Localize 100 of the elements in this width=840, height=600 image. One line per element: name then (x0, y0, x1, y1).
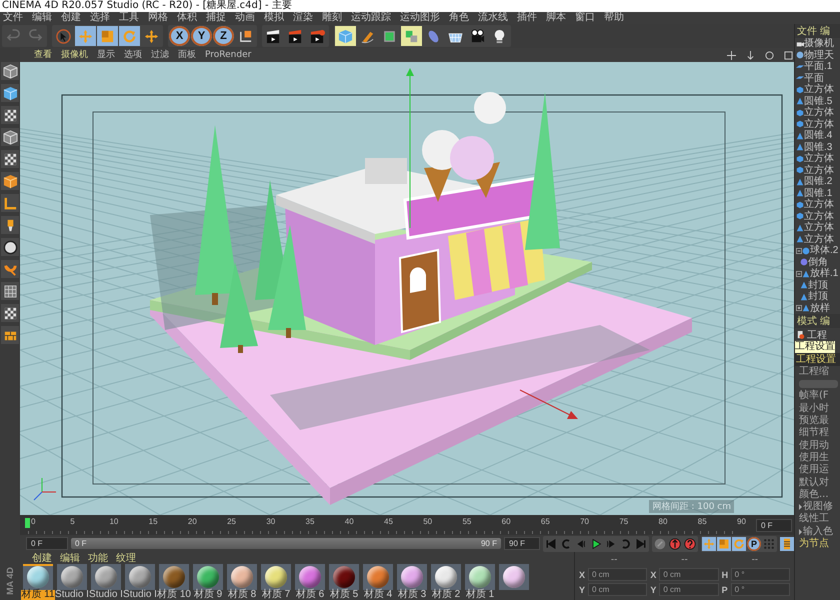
menu-item[interactable]: 流水线 (478, 12, 508, 24)
object-name[interactable]: 物理天 (804, 50, 834, 61)
arrow-down-icon[interactable] (746, 50, 755, 60)
end-frame-field[interactable]: 90 F (504, 537, 540, 550)
object-name[interactable]: 摄像机 (804, 38, 834, 50)
coordinate-field[interactable]: 0 cm (659, 583, 719, 596)
object-name[interactable]: 放样 (810, 302, 830, 314)
material-swatch[interactable] (431, 564, 461, 590)
material-swatch[interactable] (295, 564, 325, 590)
material-swatch[interactable] (261, 564, 291, 590)
material-name[interactable]: 材质 1 (466, 590, 494, 600)
menu-item[interactable]: 运动图形 (400, 12, 440, 24)
object-name[interactable]: 倒角 (808, 256, 828, 268)
timeline-button[interactable] (780, 536, 794, 550)
start-frame-field[interactable]: 0 F (26, 537, 68, 550)
column-header[interactable]: -- (752, 555, 758, 565)
menu-item[interactable]: 创建 (61, 12, 81, 24)
group-label[interactable]: 视图修 (803, 501, 833, 514)
object-name[interactable]: 平面.1 (804, 61, 832, 72)
menu-item[interactable]: 插件 (517, 12, 537, 24)
tool-button[interactable] (1, 304, 19, 322)
viewport-menu-item[interactable]: 过滤 (151, 48, 169, 62)
material-name[interactable]: 材质 7 (262, 590, 290, 600)
group-label[interactable]: 输入色 (803, 526, 833, 538)
tab-label[interactable]: 工程设置 (795, 341, 835, 353)
object-name[interactable]: 放样.1 (810, 268, 838, 280)
collapse-toggle-icon[interactable] (796, 248, 802, 254)
tool-button[interactable] (1, 128, 19, 146)
material-swatch[interactable] (91, 564, 121, 590)
object-name[interactable]: 圆锥.3 (804, 142, 832, 153)
menu-item[interactable]: 角色 (449, 12, 469, 24)
tool-button[interactable] (1, 172, 19, 190)
material-name[interactable]: 材质 11 (21, 590, 55, 600)
material-menu-item[interactable]: 纹理 (116, 551, 136, 565)
menu-item[interactable]: 脚本 (546, 12, 566, 24)
object-name[interactable]: 圆锥.1 (804, 188, 832, 199)
object-name[interactable]: 平面 (804, 72, 824, 84)
expand-toggle-icon[interactable] (796, 305, 802, 312)
panel-menu-item[interactable]: 编 (820, 24, 830, 38)
tool-button[interactable] (1, 150, 19, 168)
material-name[interactable]: 材质 4 (364, 590, 392, 600)
object-name[interactable]: 立方体 (804, 153, 834, 164)
material-swatch[interactable] (193, 564, 223, 590)
object-name[interactable]: 立方体 (804, 222, 834, 234)
material-swatch[interactable] (465, 564, 495, 590)
material-swatch[interactable] (159, 564, 189, 590)
viewport-menu-item[interactable]: 查看 (34, 48, 52, 62)
collapse-toggle-icon[interactable] (796, 270, 802, 277)
panel-menu-item[interactable]: 模式 (797, 314, 817, 328)
move-key-button[interactable] (702, 536, 716, 550)
material-name[interactable]: 材质 10 (157, 590, 191, 600)
menu-item[interactable]: 体积 (177, 12, 197, 24)
menu-item[interactable]: 编辑 (32, 12, 52, 24)
coordinate-field[interactable]: 0 ° (730, 568, 790, 581)
viewport-menu-item[interactable]: 显示 (97, 48, 115, 62)
material-name[interactable]: 材质 8 (228, 590, 256, 600)
material-name[interactable]: Studio I (89, 590, 123, 600)
rotate-view-icon[interactable] (765, 50, 774, 60)
menu-item[interactable]: 窗口 (575, 12, 595, 24)
object-name[interactable]: 立方体 (804, 234, 834, 245)
panel-menu-item[interactable]: 文件 (797, 24, 817, 38)
material-name[interactable]: 材质 2 (432, 590, 460, 600)
tool-button[interactable] (1, 282, 19, 300)
coordinate-field[interactable]: 0 cm (588, 568, 648, 581)
menu-item[interactable]: 网格 (148, 12, 168, 24)
input-field[interactable] (799, 380, 838, 388)
coordinate-field[interactable]: 0 cm (588, 583, 648, 596)
menu-item[interactable]: 模拟 (264, 12, 284, 24)
rotate-key-button[interactable] (732, 536, 746, 550)
panel-menu-item[interactable]: 编 (820, 314, 830, 328)
menu-item[interactable]: 动画 (235, 12, 255, 24)
viewport-menu-item[interactable]: 摄像机 (61, 48, 88, 62)
material-swatch[interactable] (329, 564, 359, 590)
material-name[interactable]: 材质 6 (296, 590, 324, 600)
menu-item[interactable]: 雕刻 (322, 12, 342, 24)
object-name[interactable]: 立方体 (804, 164, 834, 176)
coordinate-field[interactable]: 0 ° (730, 583, 790, 596)
menu-item[interactable]: 工具 (119, 12, 139, 24)
material-name[interactable]: Studio I (55, 590, 89, 600)
material-menu-item[interactable]: 编辑 (60, 551, 80, 565)
link[interactable]: 为节点 (799, 538, 829, 550)
object-name[interactable]: 圆锥.5 (804, 96, 832, 107)
material-swatch[interactable] (57, 564, 87, 590)
material-swatch[interactable] (499, 564, 529, 590)
object-name[interactable]: 封顶 (808, 291, 828, 302)
move-view-icon[interactable] (727, 50, 736, 60)
material-name[interactable]: Studio I (123, 590, 157, 600)
material-swatch[interactable] (227, 564, 257, 590)
viewport-menu-item[interactable]: ProRender (205, 48, 252, 62)
axis-lock-button[interactable]: Y (191, 26, 212, 46)
tool-button[interactable] (1, 216, 19, 234)
object-name[interactable]: 立方体 (804, 199, 834, 210)
object-name[interactable]: 立方体 (804, 118, 834, 130)
object-name[interactable]: 封顶 (808, 280, 828, 291)
scale-key-button[interactable] (717, 536, 731, 550)
object-name[interactable]: 立方体 (804, 107, 834, 118)
material-swatch[interactable] (397, 564, 427, 590)
expand-arrow-icon[interactable] (799, 528, 802, 535)
viewport-menu-item[interactable]: 面板 (178, 48, 196, 62)
material-menu-item[interactable]: 创建 (32, 551, 52, 565)
